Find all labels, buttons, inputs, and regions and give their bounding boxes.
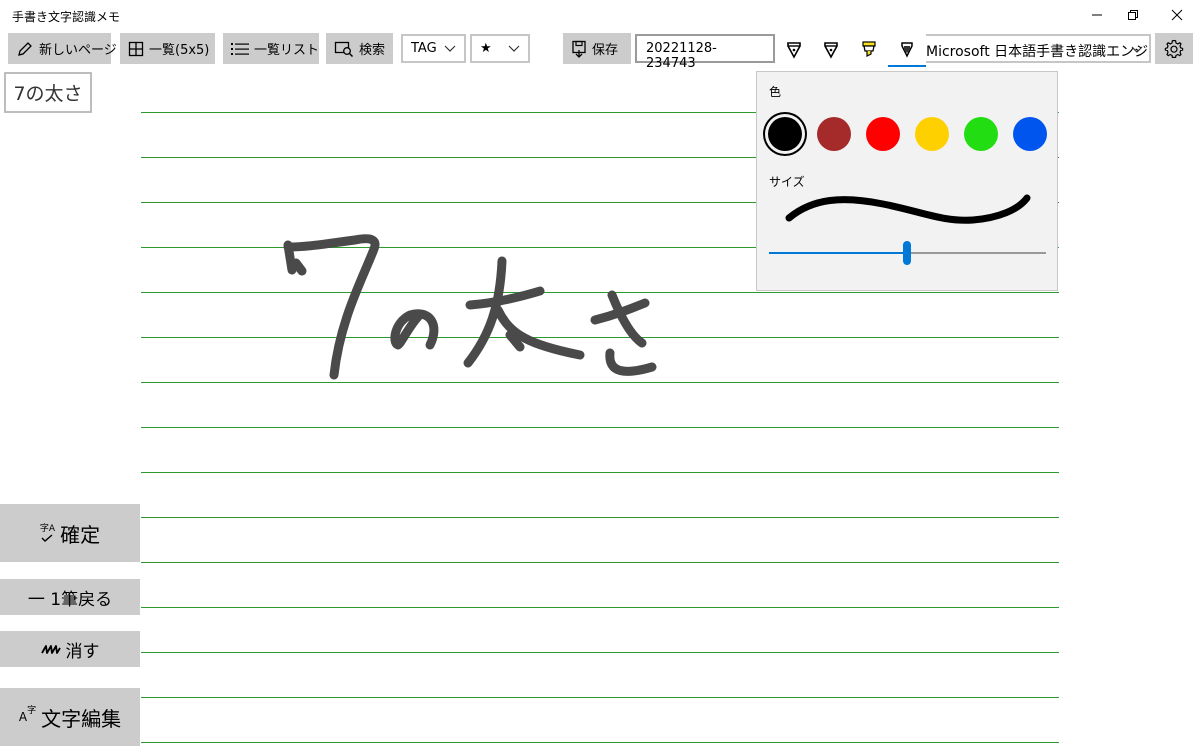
color-swatch-red[interactable] <box>866 117 900 151</box>
chevron-down-icon <box>508 45 520 52</box>
close-button[interactable] <box>1154 0 1200 30</box>
minimize-icon <box>1092 14 1102 16</box>
color-swatch-dark-red[interactable] <box>817 117 851 151</box>
pen-settings-popup: 色 サイズ <box>756 71 1058 291</box>
list-view-button[interactable]: 一覧リスト <box>223 33 319 64</box>
new-page-label: 新しいページ <box>39 43 117 58</box>
edit-text-label: 文字編集 <box>41 706 122 731</box>
window-title: 手書き文字認識メモ <box>12 10 121 24</box>
new-page-button[interactable]: 新しいページ <box>8 33 117 64</box>
confirm-badge: 字A <box>39 523 56 534</box>
handwriting-canvas[interactable] <box>270 225 670 395</box>
size-slider-track-filled <box>769 252 908 254</box>
grid-view-label: 一覧(5x5) <box>149 43 210 58</box>
grid-view-button[interactable]: 一覧(5x5) <box>120 33 215 64</box>
pen-fine-button[interactable] <box>813 34 849 66</box>
confirm-label: 確定 <box>60 522 101 547</box>
confirm-button[interactable]: 字A 確定 <box>0 504 140 562</box>
scribble-icon <box>40 643 61 655</box>
pencil-tool-icon <box>901 42 913 58</box>
erase-label: 消す <box>65 641 100 662</box>
pen-icon <box>824 42 838 59</box>
search-icon <box>334 40 354 58</box>
color-swatch-green[interactable] <box>964 117 998 151</box>
pen-icon <box>787 42 801 59</box>
stroke-preview <box>785 194 1031 224</box>
erase-button[interactable]: 消す <box>0 631 140 667</box>
confirm-icon: 字A <box>40 524 55 543</box>
tag-dropdown[interactable]: TAG <box>401 34 466 63</box>
save-label: 保存 <box>592 43 619 58</box>
grid-icon <box>128 41 144 57</box>
settings-button[interactable] <box>1155 33 1193 64</box>
size-slider-thumb[interactable] <box>903 241 911 265</box>
star-label: ★ <box>480 41 492 56</box>
highlighter-icon <box>862 41 876 57</box>
pen-black-button[interactable] <box>776 34 812 66</box>
color-swatch-black[interactable] <box>768 117 802 151</box>
size-slider-track[interactable] <box>908 252 1046 254</box>
close-icon <box>1171 9 1183 21</box>
tag-label: TAG <box>411 41 437 56</box>
restore-icon <box>1128 10 1138 20</box>
pencil-tool-button[interactable] <box>889 34 925 66</box>
highlighter-button[interactable] <box>851 34 887 66</box>
chevron-down-icon <box>1131 46 1143 53</box>
color-swatch-blue[interactable] <box>1013 117 1047 151</box>
search-button[interactable]: 検索 <box>326 33 393 64</box>
engine-label: Microsoft 日本語手書き認識エンジン <box>926 44 1151 60</box>
undo-stroke-label: 一 1筆戻る <box>27 589 113 610</box>
gear-icon <box>1164 39 1184 58</box>
list-view-label: 一覧リスト <box>254 43 320 58</box>
filename-input[interactable]: 20221128-234743 <box>635 34 775 71</box>
size-label: サイズ <box>769 175 805 189</box>
title-bar: 手書き文字認識メモ <box>0 0 1200 30</box>
color-swatch-yellow[interactable] <box>915 117 949 151</box>
recognized-text-box[interactable]: 7の太さ <box>4 72 92 113</box>
active-tool-indicator <box>888 65 926 67</box>
edit-text-icon: A字 <box>19 706 36 724</box>
restore-button[interactable] <box>1110 0 1156 30</box>
edit-badge: 字 <box>27 706 37 716</box>
edit-text-button[interactable]: A字 文字編集 <box>0 688 140 746</box>
app-window: 手書き文字認識メモ 新しいページ 一覧(5x5) 一覧リスト 検索 TAG ★ … <box>0 0 1200 756</box>
star-dropdown[interactable]: ★ <box>470 34 530 63</box>
recognition-engine-dropdown[interactable]: Microsoft 日本語手書き認識エンジン <box>926 34 1151 63</box>
search-label: 検索 <box>359 43 386 58</box>
color-label: 色 <box>769 85 782 99</box>
list-icon <box>231 42 249 56</box>
save-button[interactable]: 保存 <box>563 33 631 64</box>
undo-stroke-button[interactable]: 一 1筆戻る <box>0 579 140 615</box>
chevron-down-icon <box>444 45 456 52</box>
pencil-icon <box>16 40 34 58</box>
save-icon <box>571 40 587 58</box>
